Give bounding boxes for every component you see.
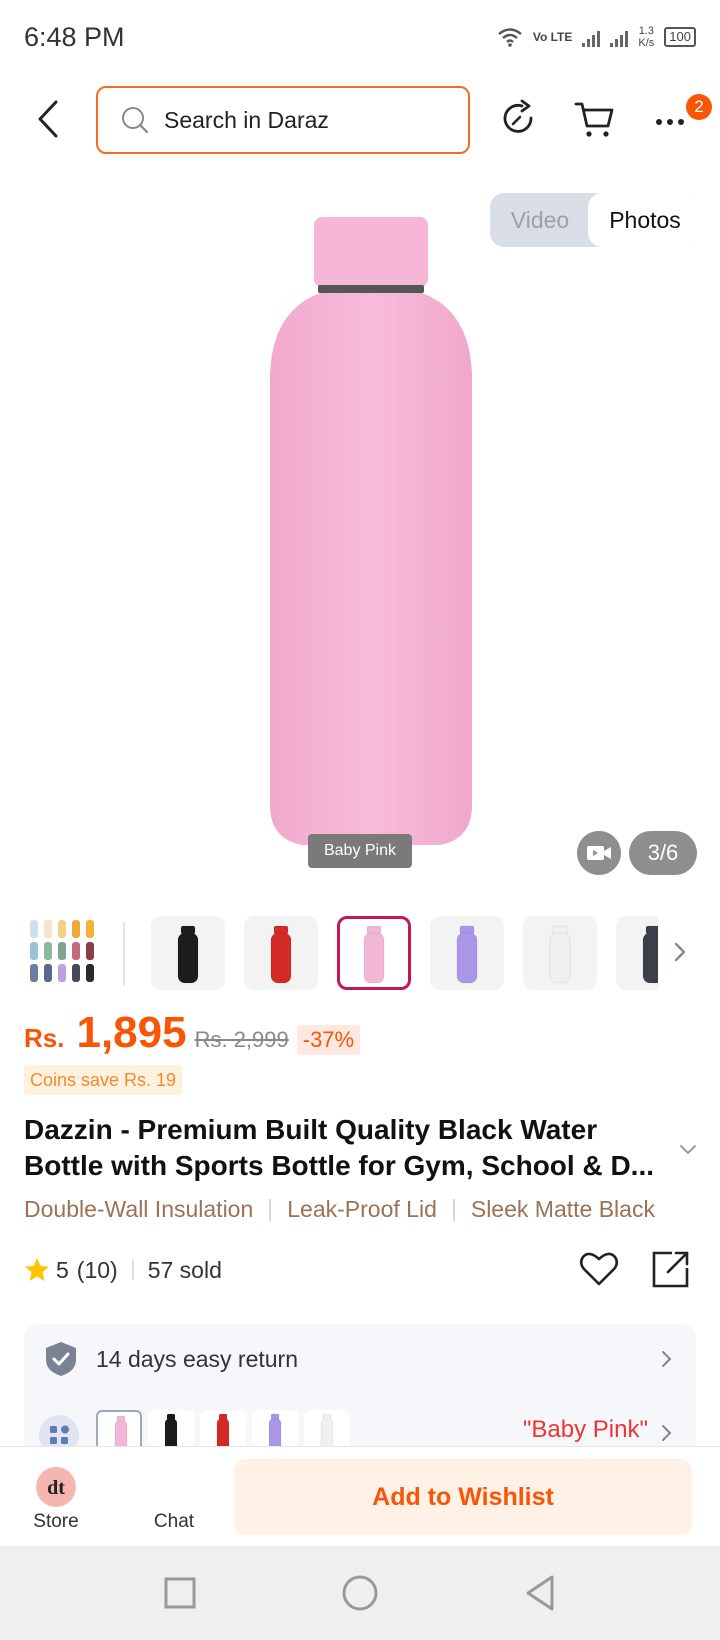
current-price: 1,895: [76, 1008, 187, 1057]
top-header: Search in Daraz 2: [0, 84, 720, 154]
return-policy-row[interactable]: 14 days easy return: [24, 1324, 696, 1394]
image-counter: 3/6: [629, 831, 697, 875]
network-type: Vo LTE: [532, 30, 573, 44]
feature-item: Double-Wall Insulation: [24, 1196, 254, 1222]
tab-photos[interactable]: Photos: [588, 193, 702, 247]
battery-icon: 100: [664, 27, 696, 47]
rating-divider: [131, 1260, 134, 1280]
status-time: 6:48 PM: [24, 21, 125, 52]
thumbnail-divider: [123, 922, 125, 986]
feature-divider: [452, 1198, 455, 1221]
search-icon: [122, 107, 149, 134]
bottle-thumbnail-icon: [363, 925, 385, 984]
bottle-thumbnail-icon: [549, 925, 571, 984]
store-logo: dt: [36, 1467, 76, 1507]
signal-icon: [582, 27, 601, 47]
bottle-thumbnail-icon: [456, 925, 478, 984]
recent-apps-icon[interactable]: [160, 1573, 200, 1613]
add-to-wishlist-button[interactable]: Add to Wishlist: [234, 1459, 692, 1535]
thumbnail-item[interactable]: [337, 916, 411, 990]
rating-row[interactable]: 5 (10) 57 sold: [24, 1250, 222, 1290]
product-title: Dazzin - Premium Built Quality Black Wat…: [24, 1114, 655, 1181]
chevron-right-icon: [662, 1425, 672, 1441]
bottle-thumbnail-icon: [177, 925, 199, 984]
star-icon: [25, 1258, 49, 1281]
cart-count-badge: 2: [686, 94, 712, 120]
services-card: 14 days easy return "Baby Pink": [24, 1324, 696, 1464]
svg-text:dt: dt: [47, 1477, 65, 1499]
home-icon[interactable]: [340, 1573, 380, 1613]
price-currency: Rs.: [24, 1023, 65, 1053]
coins-badge: Coins save Rs. 19: [24, 1065, 183, 1095]
thumbnail-strip[interactable]: [24, 912, 720, 992]
thumbnail-item[interactable]: [244, 916, 318, 990]
cart-icon[interactable]: [574, 98, 616, 140]
review-count: (10): [76, 1256, 118, 1283]
return-policy-text: 14 days easy return: [96, 1345, 299, 1372]
chat-label: Chat: [153, 1511, 195, 1532]
network-speed: 1.3 K/s: [638, 25, 654, 49]
store-label: Store: [33, 1511, 79, 1532]
search-placeholder: Search in Daraz: [164, 106, 329, 133]
price-row: Rs. 1,895 Rs. 2,999 -37%: [24, 1008, 361, 1058]
search-input[interactable]: Search in Daraz: [96, 86, 470, 154]
status-bar: 6:48 PM Vo LTE 1.3 K/s 100: [0, 0, 720, 74]
chat-button[interactable]: Chat: [138, 1467, 210, 1537]
rating-value: 5: [56, 1256, 69, 1283]
thumbnail-item[interactable]: [523, 916, 597, 990]
thumbnail-all-colors[interactable]: [24, 912, 98, 992]
speed-unit: K/s: [638, 37, 655, 49]
thumbnail-item[interactable]: [616, 916, 658, 990]
product-image: [270, 217, 472, 845]
feature-list: Double-Wall Insulation Leak-Proof Lid Sl…: [24, 1196, 714, 1223]
feature-item: Leak-Proof Lid: [287, 1196, 437, 1222]
bottom-action-bar: dt Store Chat Add to Wishlist: [0, 1446, 720, 1546]
tab-video[interactable]: Video: [490, 193, 590, 247]
selected-variant-label: "Baby Pink": [522, 1416, 648, 1443]
back-nav-icon[interactable]: [520, 1573, 560, 1613]
chevron-right-icon: [662, 1351, 672, 1367]
wifi-icon: [498, 28, 522, 47]
discount-badge: -37%: [296, 1025, 361, 1055]
variant-tag: Baby Pink: [308, 834, 412, 868]
feature-item: Sleek Matte Black: [470, 1196, 655, 1222]
store-button[interactable]: dt Store: [20, 1467, 92, 1537]
shield-check-icon: [46, 1342, 76, 1376]
back-arrow-icon[interactable]: [28, 98, 70, 140]
bottle-thumbnail-icon: [642, 925, 658, 984]
video-camera-icon[interactable]: [577, 831, 621, 875]
speed-value: 1.3: [638, 25, 654, 37]
system-nav-bar: [0, 1546, 720, 1640]
thumbnail-item[interactable]: [151, 916, 225, 990]
share-icon[interactable]: [650, 1248, 692, 1290]
product-media[interactable]: Video Photos Baby Pink 3/6: [0, 175, 720, 875]
sold-count: 57 sold: [147, 1256, 222, 1283]
original-price: Rs. 2,999: [194, 1027, 289, 1052]
signal-icon-2: [610, 27, 629, 47]
feature-divider: [269, 1198, 272, 1221]
bottle-thumbnail-icon: [270, 925, 292, 984]
status-icons: Vo LTE 1.3 K/s 100: [497, 25, 696, 49]
thumbnail-item[interactable]: [430, 916, 504, 990]
refresh-share-icon[interactable]: [498, 98, 540, 140]
wishlist-heart-icon[interactable]: [578, 1248, 620, 1290]
chevron-right-icon[interactable]: [670, 930, 694, 974]
media-toggle[interactable]: Video Photos: [490, 193, 702, 247]
chevron-down-icon[interactable]: [676, 1138, 700, 1162]
